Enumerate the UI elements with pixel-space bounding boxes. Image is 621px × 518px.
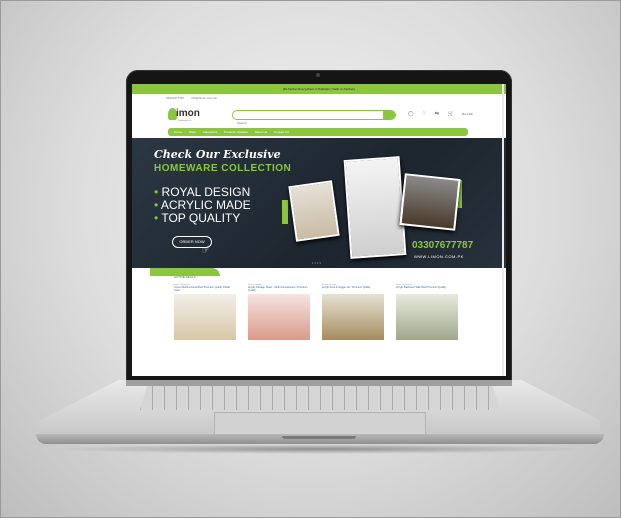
contact-bar: 03307677787 info@limon.com.pk bbox=[132, 94, 506, 102]
product-image[interactable] bbox=[248, 294, 310, 340]
deals-section: ACTIVE DEALS Home Organizers Limon Multi… bbox=[132, 268, 506, 340]
compare-icon[interactable]: ⇆ bbox=[435, 111, 439, 117]
announcement-bar: We Deliver Everywhere in Pakistan | Cash… bbox=[132, 84, 506, 94]
section-title: ACTIVE DEALS bbox=[174, 275, 196, 279]
search-bar bbox=[232, 110, 396, 126]
hero-website[interactable]: WWW.LIMON.COM.PK bbox=[414, 254, 464, 259]
nav-products-updates[interactable]: Products Updates bbox=[224, 130, 248, 134]
pointer-hand-icon: ☞ bbox=[202, 246, 210, 255]
logo-tagline: Simplifying Life bbox=[178, 120, 192, 122]
hero-bullets: ROYAL DESIGN ACRYLIC MADE TOP QUALITY bbox=[154, 186, 251, 225]
webcam bbox=[316, 73, 320, 77]
nav-contact[interactable]: Contact Us bbox=[274, 130, 289, 134]
product-photo bbox=[288, 180, 340, 242]
product-card[interactable]: Home Organizers Acrylic Bathroom Wall Sh… bbox=[396, 284, 458, 340]
product-name[interactable]: Limon Multifunctional Box/ Premium Quali… bbox=[174, 286, 236, 294]
hero-collection-title: HOMEWARE COLLECTION bbox=[154, 163, 292, 174]
site-header: imon Simplifying Life ◯ ♡ ⇆ 🛒 Rs 0.00 bbox=[132, 102, 506, 128]
product-image[interactable] bbox=[396, 294, 458, 340]
product-image[interactable] bbox=[322, 294, 384, 340]
laptop-screen: We Deliver Everywhere in Pakistan | Cash… bbox=[132, 84, 506, 376]
heart-icon[interactable]: ♡ bbox=[422, 111, 426, 117]
product-card[interactable]: Kitchen Storage Acrylic Storage Tower - … bbox=[248, 284, 310, 340]
search-input[interactable] bbox=[237, 120, 357, 126]
laptop-lid: We Deliver Everywhere in Pakistan | Cash… bbox=[126, 70, 512, 382]
hero-phone[interactable]: 03307677787 bbox=[412, 240, 473, 251]
nav-about[interactable]: About Us bbox=[255, 130, 267, 134]
laptop-notch bbox=[282, 436, 356, 439]
header-icons: ◯ ♡ ⇆ 🛒 Rs 0.00 bbox=[408, 111, 479, 117]
page-scrollbar[interactable] bbox=[502, 84, 504, 376]
cart-total[interactable]: Rs 0.00 bbox=[462, 112, 472, 116]
search-button[interactable] bbox=[383, 111, 395, 119]
product-name[interactable]: Acrylic Storage Tower - Multi Compartmen… bbox=[248, 286, 310, 294]
laptop-shadow bbox=[50, 444, 590, 454]
nav-categories[interactable]: Categories bbox=[203, 130, 218, 134]
hero-banner[interactable]: Check Our Exclusive HOMEWARE COLLECTION … bbox=[132, 138, 506, 268]
product-photo bbox=[343, 156, 407, 259]
nav-shop[interactable]: Shop bbox=[189, 130, 196, 134]
user-icon[interactable]: ◯ bbox=[408, 111, 414, 117]
green-accent bbox=[282, 200, 288, 224]
contact-phone[interactable]: 03307677787 bbox=[166, 96, 184, 100]
slider-dots[interactable]: • • • • bbox=[312, 260, 321, 265]
main-nav: Home Shop Categories Products Updates Ab… bbox=[168, 128, 468, 136]
product-name[interactable]: Acrylic Fruit & Veggie Jar / Premium Qua… bbox=[322, 286, 384, 294]
cart-icon[interactable]: 🛒 bbox=[447, 111, 453, 117]
logo-text: imon bbox=[176, 108, 200, 119]
product-image[interactable] bbox=[174, 294, 236, 340]
product-card[interactable]: Kitchen Storage Acrylic Fruit & Veggie J… bbox=[322, 284, 384, 340]
contact-email[interactable]: info@limon.com.pk bbox=[191, 96, 217, 100]
hero-bullet: TOP QUALITY bbox=[154, 212, 251, 225]
product-card[interactable]: Home Organizers Limon Multifunctional Bo… bbox=[174, 284, 236, 340]
laptop-hinge bbox=[126, 380, 512, 386]
hero-script-title: Check Our Exclusive bbox=[154, 148, 281, 161]
laptop-keyboard bbox=[140, 386, 500, 410]
product-name[interactable]: Acrylic Bathroom Wall Shelf Premium Qual… bbox=[396, 286, 458, 294]
nav-home[interactable]: Home bbox=[174, 130, 182, 134]
product-photo bbox=[399, 173, 461, 231]
site-logo[interactable]: imon Simplifying Life bbox=[168, 106, 202, 124]
laptop-trackpad bbox=[214, 412, 426, 436]
